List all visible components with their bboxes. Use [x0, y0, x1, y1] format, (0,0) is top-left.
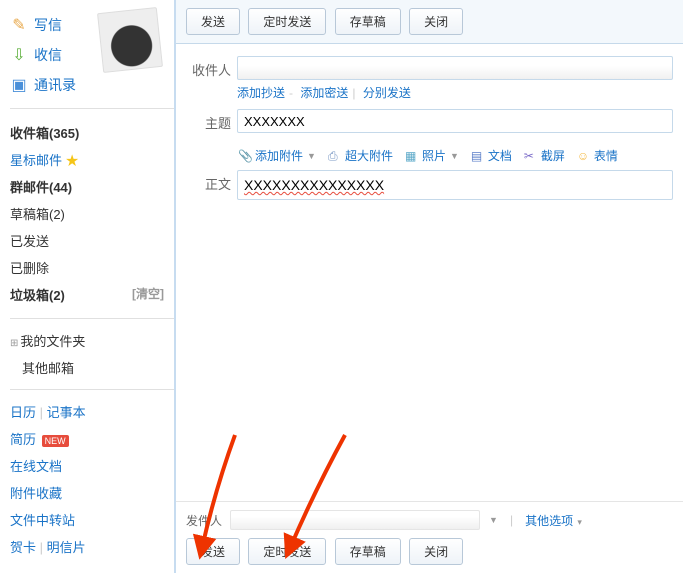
avatar: [100, 10, 170, 80]
photo-attachment[interactable]: ▦照片▼: [405, 147, 459, 164]
doc-attachment[interactable]: ▤文档: [471, 147, 512, 164]
link-attach-collect[interactable]: 附件收藏: [10, 479, 174, 506]
link-greeting[interactable]: 贺卡 | 明信片: [10, 533, 174, 560]
nav-label: 通讯录: [34, 75, 76, 95]
attachment-toolbar: 📎添加附件▼ ⎙超大附件 ▦照片▼ ▤文档 ✂截屏 ☺表情: [186, 141, 673, 170]
main-panel: 发送 定时发送 存草稿 关闭 收件人 添加抄送- 添加密送| 分别发送 主题: [175, 0, 683, 573]
save-draft-button[interactable]: 存草稿: [335, 538, 401, 565]
photo-icon: ▦: [405, 149, 419, 163]
link-file-transfer[interactable]: 文件中转站: [10, 506, 174, 533]
big-attach-icon: ⎙: [328, 149, 342, 163]
link-online-doc[interactable]: 在线文档: [10, 452, 174, 479]
folder-trash[interactable]: 垃圾箱(2) [清空]: [10, 281, 174, 308]
my-folders-toggle[interactable]: ⊞我的文件夹: [10, 327, 174, 354]
other-options-link[interactable]: 其他选项 ▾: [525, 512, 582, 529]
split-send-link[interactable]: 分别发送: [363, 86, 411, 100]
chevron-down-icon: ▾: [577, 517, 582, 527]
paperclip-icon: 📎: [238, 149, 252, 163]
add-bcc-link[interactable]: 添加密送: [300, 86, 348, 100]
link-resume[interactable]: 简历 NEW: [10, 425, 174, 452]
folder-sent[interactable]: 已发送: [10, 227, 174, 254]
sender-label: 发件人: [186, 512, 222, 529]
compose-icon: ✎: [10, 17, 28, 33]
emoji-icon: ☺: [577, 149, 591, 163]
sender-select[interactable]: [230, 510, 480, 530]
nav-label: 收信: [34, 45, 62, 65]
folder-deleted[interactable]: 已删除: [10, 254, 174, 281]
recipient-input[interactable]: [237, 56, 673, 80]
schedule-send-button[interactable]: 定时发送: [248, 8, 326, 35]
nav-label: 写信: [34, 15, 62, 35]
other-mailbox[interactable]: 其他邮箱: [10, 354, 174, 381]
emoji[interactable]: ☺表情: [577, 147, 618, 164]
close-button[interactable]: 关闭: [409, 8, 463, 35]
top-toolbar: 发送 定时发送 存草稿 关闭: [176, 0, 683, 44]
big-attachment[interactable]: ⎙超大附件: [328, 147, 393, 164]
chevron-down-icon: ▼: [307, 151, 316, 161]
sidebar: ✎ 写信 ⇩ 收信 ▣ 通讯录 收件箱(365) 星标邮件 ★ 群邮件(44) …: [0, 0, 175, 573]
new-badge: NEW: [42, 435, 69, 447]
document-icon: ▤: [471, 149, 485, 163]
bottom-toolbar: 发送 定时发送 存草稿 关闭: [186, 538, 673, 565]
send-button[interactable]: 发送: [186, 538, 240, 565]
folder-starred[interactable]: 星标邮件 ★: [10, 146, 174, 173]
expand-icon: ⊞: [10, 338, 18, 349]
add-attachment[interactable]: 📎添加附件▼: [238, 147, 316, 164]
subject-label: 主题: [186, 109, 231, 132]
receive-icon: ⇩: [10, 47, 28, 63]
folder-drafts[interactable]: 草稿箱(2): [10, 200, 174, 227]
save-draft-button[interactable]: 存草稿: [335, 8, 401, 35]
contacts-icon: ▣: [10, 77, 28, 93]
recipient-label: 收件人: [186, 56, 231, 79]
body-editor[interactable]: XXXXXXXXXXXXXXX: [237, 170, 673, 200]
folder-group[interactable]: 群邮件(44): [10, 173, 174, 200]
empty-trash-link[interactable]: [清空]: [132, 285, 164, 302]
link-calendar[interactable]: 日历 | 记事本: [10, 398, 174, 425]
scissors-icon: ✂: [524, 149, 538, 163]
folder-inbox[interactable]: 收件箱(365): [10, 119, 174, 146]
body-label: 正文: [186, 170, 231, 193]
add-cc-link[interactable]: 添加抄送: [237, 86, 285, 100]
chevron-down-icon: ▼: [450, 151, 459, 161]
subject-input[interactable]: [237, 109, 673, 133]
star-icon: ★: [66, 153, 79, 168]
screenshot[interactable]: ✂截屏: [524, 147, 565, 164]
close-button[interactable]: 关闭: [409, 538, 463, 565]
send-button[interactable]: 发送: [186, 8, 240, 35]
schedule-send-button[interactable]: 定时发送: [248, 538, 326, 565]
chevron-down-icon[interactable]: ▼: [489, 515, 498, 525]
